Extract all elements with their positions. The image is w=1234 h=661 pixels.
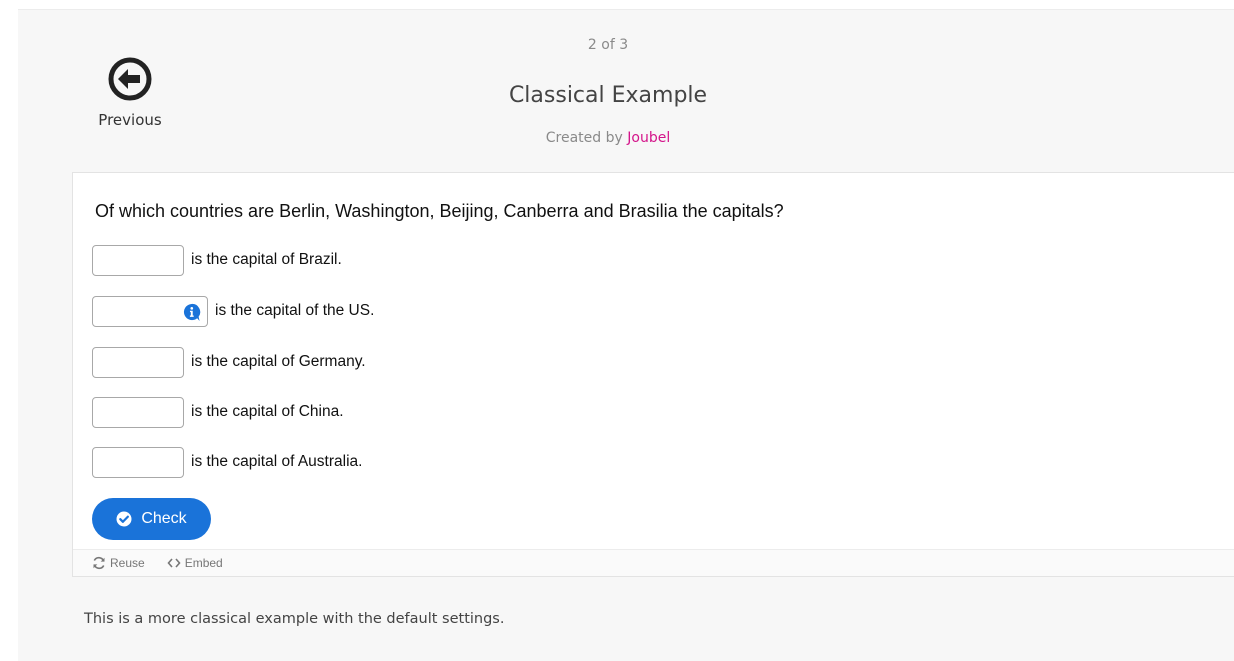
description-text: This is a more classical example with th… <box>84 611 505 627</box>
page-frame: Previous 2 of 3 Classical Example Create… <box>18 9 1234 661</box>
answer-input-brazil[interactable] <box>92 244 184 276</box>
circle-check-icon <box>116 511 132 527</box>
code-icon <box>167 558 181 568</box>
byline-prefix: Created by <box>545 130 623 146</box>
blank-row-germany: is the capital of Germany. <box>92 346 366 378</box>
byline: Created by Joubel <box>18 130 1198 146</box>
answer-input-germany[interactable] <box>92 346 184 378</box>
reuse-label: Reuse <box>110 556 145 570</box>
embed-label: Embed <box>184 556 223 570</box>
info-icon[interactable] <box>182 303 201 322</box>
blank-text: is the capital of China. <box>191 403 344 420</box>
check-label: Check <box>141 510 187 527</box>
check-button[interactable]: Check <box>92 498 211 540</box>
answer-input-china[interactable] <box>92 396 184 428</box>
author-link[interactable]: Joubel <box>627 130 670 146</box>
blank-text: is the capital of the US. <box>215 302 375 319</box>
reuse-button[interactable]: Reuse <box>92 556 145 570</box>
answer-field-us <box>92 295 208 327</box>
blank-row-australia: is the capital of Australia. <box>92 446 362 478</box>
refresh-icon <box>93 556 105 570</box>
blank-text: is the capital of Australia. <box>191 453 363 470</box>
blank-row-china: is the capital of China. <box>92 396 344 428</box>
answer-input-australia[interactable] <box>92 446 184 478</box>
question-prompt: Of which countries are Berlin, Washingto… <box>95 201 784 221</box>
blank-row-brazil: is the capital of Brazil. <box>92 244 342 276</box>
card-footer: Reuse Embed <box>73 549 1234 576</box>
blank-row-us: is the capital of the US. <box>92 295 374 327</box>
blank-text: is the capital of Brazil. <box>191 251 342 268</box>
embed-button[interactable]: Embed <box>167 556 223 570</box>
previous-label: Previous <box>98 111 162 129</box>
header: Previous 2 of 3 Classical Example Create… <box>18 10 1234 175</box>
page-counter: 2 of 3 <box>587 37 629 53</box>
page-title: Classical Example <box>508 83 708 108</box>
blank-text: is the capital of Germany. <box>191 353 366 370</box>
question-card: Of which countries are Berlin, Washingto… <box>72 172 1234 577</box>
